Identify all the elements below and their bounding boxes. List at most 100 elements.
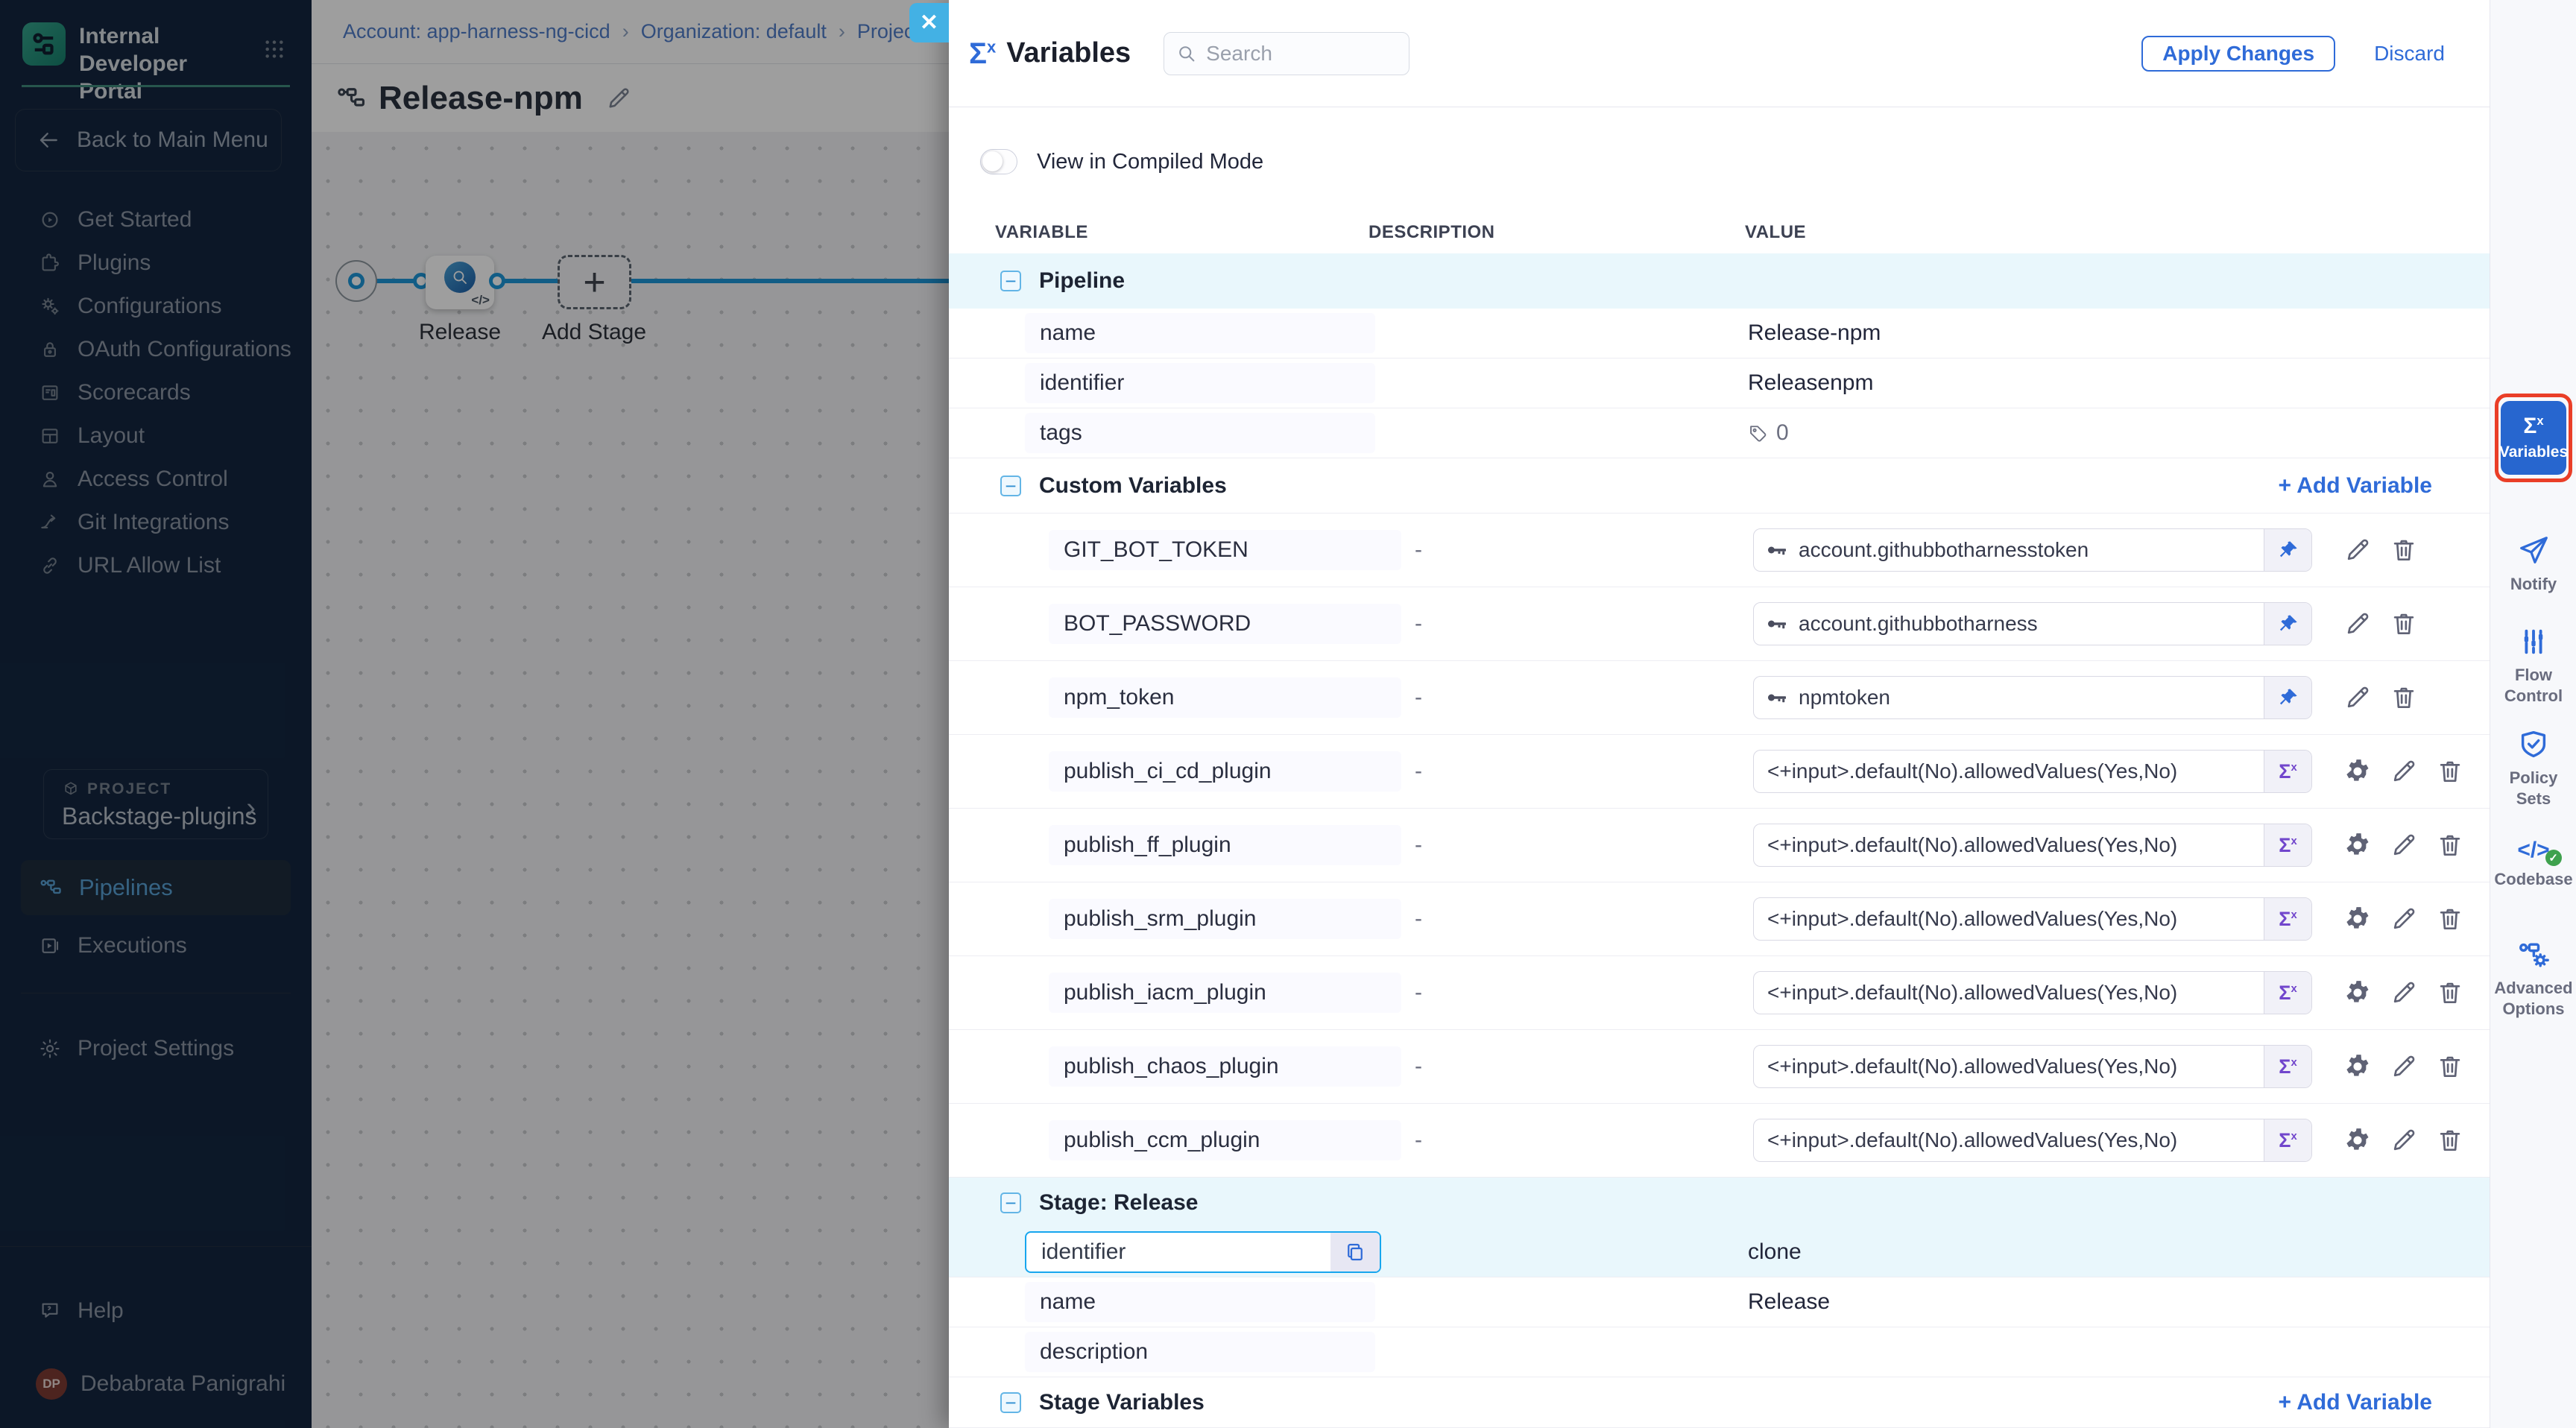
edit-icon[interactable] [2343, 683, 2372, 712]
collapse-icon[interactable]: − [1000, 1392, 1021, 1413]
delete-icon[interactable] [2436, 905, 2464, 933]
runtime-value: <+input>.default(No).allowedValues(Yes,N… [1754, 1128, 2264, 1152]
tab-notify[interactable]: Notify [2490, 534, 2576, 595]
runtime-input[interactable]: <+input>.default(No).allowedValues(Yes,N… [1753, 1119, 2312, 1162]
variable-description: - [1368, 906, 1745, 932]
sigma-variables-icon: Σx [969, 39, 996, 69]
variable-value: Release [1745, 1289, 2490, 1315]
table-row: tags 0 [949, 408, 2490, 458]
table-row: publish_ff_plugin - <+input>.default(No)… [949, 809, 2490, 882]
pin-button[interactable] [2264, 603, 2311, 645]
collapse-icon[interactable]: − [1000, 271, 1021, 291]
table-row: name Release-npm [949, 309, 2490, 358]
runtime-input[interactable]: <+input>.default(No).allowedValues(Yes,N… [1753, 1045, 2312, 1088]
variable-description: - [1368, 611, 1745, 636]
runtime-value: <+input>.default(No).allowedValues(Yes,N… [1754, 907, 2264, 931]
variable-description: - [1368, 759, 1745, 784]
variable-value: Release-npm [1745, 320, 2490, 346]
delete-icon[interactable] [2436, 757, 2464, 786]
key-icon [1766, 686, 1788, 709]
settings-icon[interactable] [2343, 905, 2372, 933]
pin-button[interactable] [2264, 529, 2311, 571]
delete-icon[interactable] [2436, 1126, 2464, 1154]
runtime-input[interactable]: <+input>.default(No).allowedValues(Yes,N… [1753, 824, 2312, 867]
runtime-input[interactable]: <+input>.default(No).allowedValues(Yes,N… [1753, 971, 2312, 1014]
edit-icon[interactable] [2390, 831, 2418, 859]
delete-icon[interactable] [2436, 979, 2464, 1007]
variable-name: description [1025, 1332, 1375, 1372]
settings-icon[interactable] [2343, 757, 2372, 786]
secret-value: account.githubbotharness [1799, 612, 2264, 636]
collapse-icon[interactable]: − [1000, 1192, 1021, 1213]
collapse-icon[interactable]: − [1000, 476, 1021, 496]
tab-policy-sets[interactable]: Policy Sets [2490, 727, 2576, 809]
delete-icon[interactable] [2390, 683, 2418, 712]
edit-icon[interactable] [2390, 1052, 2418, 1081]
secret-value-input[interactable]: account.githubbotharnesstoken [1753, 528, 2312, 572]
modal-overlay[interactable] [0, 0, 949, 1428]
runtime-value: <+input>.default(No).allowedValues(Yes,N… [1754, 833, 2264, 857]
settings-icon[interactable] [2343, 1052, 2372, 1081]
edit-icon[interactable] [2390, 757, 2418, 786]
edit-icon[interactable] [2390, 979, 2418, 1007]
table-row: name Release [949, 1277, 2490, 1327]
section-header-pipeline: − Pipeline [949, 253, 2490, 309]
add-variable-button[interactable]: + Add Variable [2279, 1390, 2432, 1415]
variable-name: publish_ci_cd_plugin [1049, 751, 1401, 792]
tab-variables[interactable]: Σx Variables [2501, 401, 2566, 475]
check-badge-icon: ✓ [2545, 850, 2562, 866]
delete-icon[interactable] [2436, 1052, 2464, 1081]
variable-description: - [1368, 537, 1745, 563]
add-variable-button[interactable]: + Add Variable [2279, 473, 2432, 499]
input-type-button[interactable]: Σx [2264, 824, 2311, 866]
runtime-value: <+input>.default(No).allowedValues(Yes,N… [1754, 981, 2264, 1005]
pin-button[interactable] [2264, 677, 2311, 718]
settings-icon[interactable] [2343, 1126, 2372, 1154]
input-type-button[interactable]: Σx [2264, 751, 2311, 792]
edit-icon[interactable] [2390, 1126, 2418, 1154]
variable-name: tags [1025, 413, 1375, 453]
table-row: identifier clone [949, 1228, 2490, 1277]
secret-value: account.githubbotharnesstoken [1799, 538, 2264, 562]
code-icon: </>✓ [2517, 838, 2549, 863]
compiled-mode-label: View in Compiled Mode [1037, 150, 1263, 174]
compiled-mode-row: View in Compiled Mode [980, 149, 2490, 174]
secret-value: npmtoken [1799, 686, 2264, 710]
compiled-mode-toggle[interactable] [980, 149, 1017, 174]
table-row: npm_token - npmtoken [949, 661, 2490, 735]
variable-value: clone [1745, 1239, 2490, 1265]
tab-flow-control[interactable]: Flow Control [2490, 625, 2576, 707]
section-label: Stage Variables [1039, 1390, 1205, 1415]
edit-icon[interactable] [2390, 905, 2418, 933]
variable-name: publish_srm_plugin [1049, 899, 1401, 939]
edit-icon[interactable] [2343, 610, 2372, 638]
runtime-input[interactable]: <+input>.default(No).allowedValues(Yes,N… [1753, 897, 2312, 941]
tab-codebase[interactable]: </>✓ Codebase [2490, 838, 2576, 890]
apply-changes-button[interactable]: Apply Changes [2141, 36, 2335, 72]
variable-description: - [1368, 980, 1745, 1005]
settings-icon[interactable] [2343, 979, 2372, 1007]
edit-icon[interactable] [2343, 536, 2372, 564]
close-drawer-button[interactable]: ✕ [909, 3, 949, 42]
input-type-button[interactable]: Σx [2264, 1046, 2311, 1087]
identifier-input[interactable]: identifier [1025, 1231, 1381, 1273]
delete-icon[interactable] [2436, 831, 2464, 859]
secret-value-input[interactable]: account.githubbotharness [1753, 602, 2312, 645]
search-icon [1176, 43, 1197, 64]
secret-value-input[interactable]: npmtoken [1753, 676, 2312, 719]
delete-icon[interactable] [2390, 536, 2418, 564]
runtime-input[interactable]: <+input>.default(No).allowedValues(Yes,N… [1753, 750, 2312, 793]
settings-icon[interactable] [2343, 831, 2372, 859]
table-row: publish_iacm_plugin - <+input>.default(N… [949, 956, 2490, 1030]
variable-name: publish_iacm_plugin [1049, 973, 1401, 1013]
search-input[interactable] [1206, 42, 1377, 66]
variable-description: - [1368, 685, 1745, 710]
tab-advanced-options[interactable]: Advanced Options [2490, 938, 2576, 1020]
input-type-button[interactable]: Σx [2264, 898, 2311, 940]
input-type-button[interactable]: Σx [2264, 1119, 2311, 1161]
discard-button[interactable]: Discard [2374, 42, 2445, 66]
input-type-button[interactable]: Σx [2264, 972, 2311, 1014]
copy-button[interactable] [1330, 1233, 1380, 1271]
column-variable: VARIABLE [995, 222, 1368, 243]
delete-icon[interactable] [2390, 610, 2418, 638]
